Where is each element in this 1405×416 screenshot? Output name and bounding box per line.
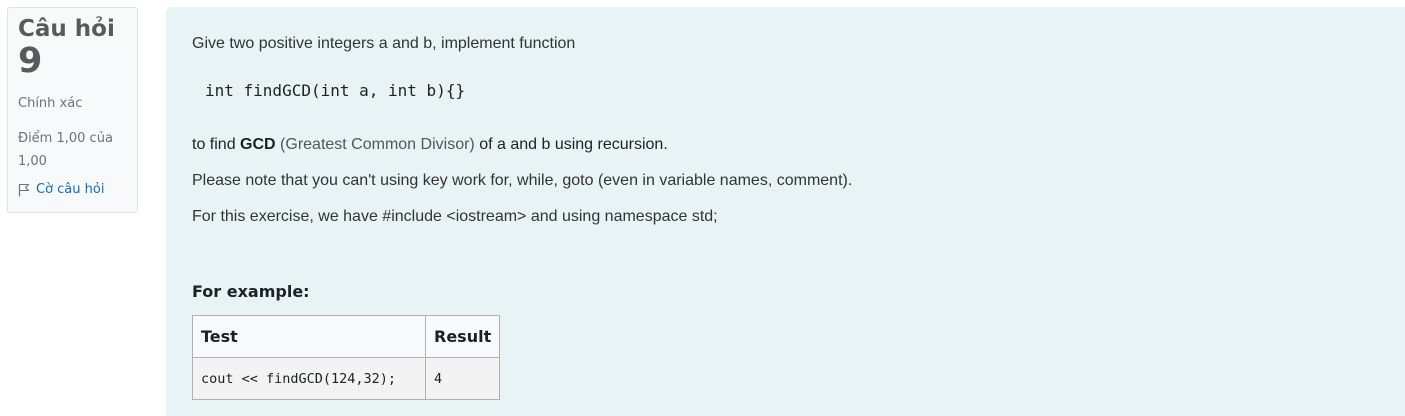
include-note: For this exercise, we have #include <ios… [192,208,718,225]
gcd-expansion: (Greatest Common Divisor) [275,136,475,153]
table-row: cout << findGCD(124,32); 4 [192,357,501,400]
question-label: Câu hỏi [18,16,115,42]
cell-result: 4 [424,357,501,400]
gcd-term: GCD [240,136,276,153]
function-signature: int findGCD(int a, int b){} [205,81,466,100]
intro-text: Give two positive integers a and b, impl… [192,35,576,52]
task-prefix: to find [192,136,241,153]
example-heading: For example: [192,282,310,301]
examples-table: Test Result cout << findGCD(124,32); 4 [192,315,501,400]
restriction-note: Please note that you can't using key wor… [192,172,853,189]
table-header-row: Test Result [192,315,501,358]
flag-icon [18,183,30,197]
question-number: 9 [18,41,43,81]
question-state: Chính xác [18,96,83,111]
question-info-panel: Câu hỏi 9 Chính xác Điểm 1,00 của 1,00 C… [7,7,138,213]
task-suffix: of a and b using recursion. [474,136,668,153]
header-result: Result [424,315,501,358]
flag-label: Cờ câu hỏi [36,182,105,197]
flag-question-link[interactable]: Cờ câu hỏi [18,182,127,197]
question-grade: Điểm 1,00 của 1,00 [18,131,113,169]
header-test: Test [192,315,426,358]
cell-test: cout << findGCD(124,32); [192,357,426,400]
question-content: Give two positive integers a and b, impl… [166,7,1405,416]
task-description: to find GCD (Greatest Common Divisor) of… [192,135,668,155]
